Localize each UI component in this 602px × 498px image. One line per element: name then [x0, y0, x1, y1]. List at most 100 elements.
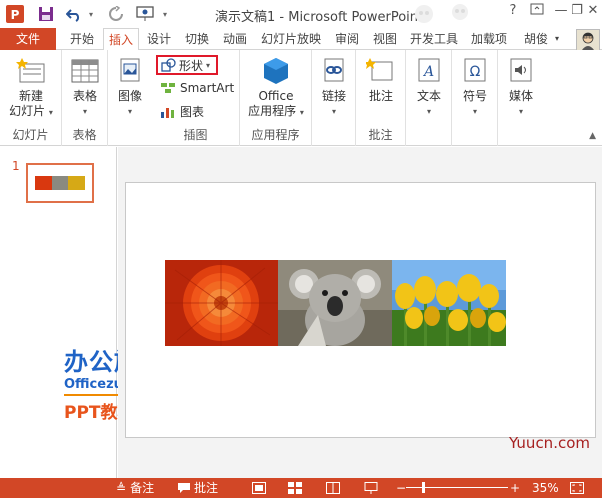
office-apps-button[interactable]: Office 应用程序 ▾ [244, 56, 308, 120]
account-name[interactable]: 胡俊 [518, 28, 554, 50]
zoom-thumb[interactable] [422, 482, 425, 493]
slide-sorter-icon[interactable] [288, 480, 302, 496]
chart-icon [161, 107, 174, 118]
slide-thumbnail-pane: 1 办公族 Officezu.com PPT教程 [0, 147, 158, 478]
links-label: 链接 [321, 89, 346, 103]
text-button[interactable]: A 文本 ▾ [410, 56, 448, 119]
redo-icon[interactable] [106, 4, 126, 24]
office-apps-label-2: 应用程序 [248, 104, 297, 118]
group-media: 媒体 ▾ [498, 50, 544, 146]
tab-transitions[interactable]: 切换 [180, 28, 214, 50]
group-images: 图像 ▾ [108, 50, 152, 146]
group-links: 链接 ▾ [312, 50, 356, 146]
smartart-button[interactable]: SmartArt [160, 81, 234, 95]
tulips-image[interactable] [392, 260, 506, 346]
media-button[interactable]: 媒体 ▾ [502, 56, 540, 119]
group-tables: 表格 ▾ 表格 [62, 50, 108, 146]
group-label-apps: 应用程序 [251, 128, 300, 142]
chart-button[interactable]: 图表 [160, 103, 204, 120]
slideshow-icon[interactable] [134, 4, 156, 24]
ribbon-display-icon[interactable] [526, 3, 548, 23]
group-symbols: Ω 符号 ▾ [452, 50, 498, 146]
tab-insert[interactable]: 插入 [103, 28, 139, 51]
comments-icon [178, 483, 190, 493]
zoom-level[interactable]: 35% [532, 480, 559, 496]
images-label: 图像 [117, 89, 142, 103]
group-label-tables: 表格 [72, 128, 97, 142]
shapes-button[interactable]: 形状 ▾ [156, 55, 218, 75]
picture-strip[interactable] [165, 260, 506, 346]
group-label-slides: 幻灯片 [12, 128, 49, 142]
new-slide-button[interactable]: 新建 幻灯片 ▾ [4, 56, 58, 120]
corner-watermark: Yuucn.com [508, 434, 590, 452]
slide-number: 1 [12, 159, 20, 173]
save-icon[interactable] [36, 4, 56, 24]
slide-editor: Yuucn.com [118, 147, 602, 478]
tab-home[interactable]: 开始 [62, 28, 102, 50]
undo-icon[interactable] [64, 4, 84, 24]
comments-label: 批注 [194, 481, 219, 495]
link-icon [319, 56, 349, 86]
chart-label: 图表 [180, 105, 205, 119]
slide-thumbnail[interactable] [26, 163, 94, 203]
tab-design[interactable]: 设计 [142, 28, 176, 50]
zoom-out-button[interactable]: − [396, 480, 406, 496]
group-slides: 新建 幻灯片 ▾ 幻灯片 [0, 50, 62, 146]
comment-button[interactable]: 批注 [360, 56, 402, 104]
help-button[interactable]: ? [502, 3, 524, 23]
svg-text:A: A [422, 64, 434, 80]
text-label: 文本 [416, 89, 441, 103]
table-button[interactable]: 表格 ▾ [66, 56, 104, 119]
office-store-icon [261, 56, 291, 86]
comments-button[interactable]: 批注 [178, 480, 218, 496]
zoom-in-button[interactable]: + [510, 480, 520, 496]
fit-slide-icon[interactable] [570, 480, 584, 496]
tab-developer[interactable]: 开发工具 [406, 28, 462, 50]
chevron-down-icon: ▾ [206, 60, 211, 70]
tab-addins[interactable]: 加载项 [466, 28, 512, 50]
chevron-down-icon: ▾ [331, 107, 336, 116]
symbols-button[interactable]: Ω 符号 ▾ [456, 56, 494, 119]
powerpoint-window: P ▾ ▾ 演示文稿1 - Microsoft PowerPoint ? — ❐… [0, 0, 602, 498]
image-icon [115, 56, 145, 86]
images-button[interactable]: 图像 ▾ [112, 56, 148, 119]
customize-toolbar-icon[interactable]: ▾ [160, 4, 170, 24]
svg-text:Ω: Ω [470, 64, 481, 80]
ribbon-tab-bar: 文件 开始 插入 设计 切换 动画 幻灯片放映 审阅 视图 开发工具 加载项 胡… [0, 28, 602, 51]
avatar[interactable] [576, 29, 600, 51]
account-dropdown-icon[interactable]: ▾ [552, 28, 562, 50]
title-decoration-icon [415, 4, 468, 23]
group-text: A 文本 ▾ [406, 50, 452, 146]
new-slide-icon [16, 56, 46, 86]
chrysanthemum-image[interactable] [165, 260, 278, 346]
ribbon-insert: 新建 幻灯片 ▾ 幻灯片 表格 ▾ 表格 图像 ▾ 形状 ▾ SmartArt … [0, 50, 602, 146]
koala-image[interactable] [278, 260, 392, 346]
new-slide-label-2: 幻灯片 [9, 104, 46, 118]
office-apps-label-1: Office [258, 89, 294, 103]
zoom-slider[interactable] [406, 480, 508, 496]
tab-animations[interactable]: 动画 [218, 28, 252, 50]
group-label-comments: 批注 [368, 128, 393, 142]
chevron-down-icon: ▾ [518, 107, 523, 116]
powerpoint-logo-icon[interactable]: P [4, 4, 26, 24]
tab-file[interactable]: 文件 [0, 28, 56, 50]
tab-view[interactable]: 视图 [368, 28, 402, 50]
tab-slideshow[interactable]: 幻灯片放映 [256, 28, 326, 50]
chevron-down-icon: ▾ [82, 107, 87, 116]
chevron-down-icon: ▾ [127, 107, 132, 116]
undo-dropdown-icon[interactable]: ▾ [86, 4, 96, 24]
slide-canvas[interactable] [125, 182, 596, 438]
chevron-down-icon: ▾ [48, 108, 53, 117]
chevron-down-icon: ▾ [299, 108, 304, 117]
links-button[interactable]: 链接 ▾ [316, 56, 352, 119]
collapse-ribbon-icon[interactable]: ▲ [589, 131, 596, 141]
notes-button[interactable]: ≜ 备注 [116, 480, 154, 496]
omega-icon: Ω [460, 56, 490, 86]
close-button[interactable]: ✕ [582, 3, 602, 23]
slideshow-view-icon[interactable] [364, 480, 378, 496]
reading-view-icon[interactable] [326, 480, 340, 496]
title-bar: P ▾ ▾ 演示文稿1 - Microsoft PowerPoint ? — ❐… [0, 0, 602, 28]
normal-view-icon[interactable] [252, 480, 266, 496]
table-icon [70, 56, 100, 86]
tab-review[interactable]: 审阅 [330, 28, 364, 50]
